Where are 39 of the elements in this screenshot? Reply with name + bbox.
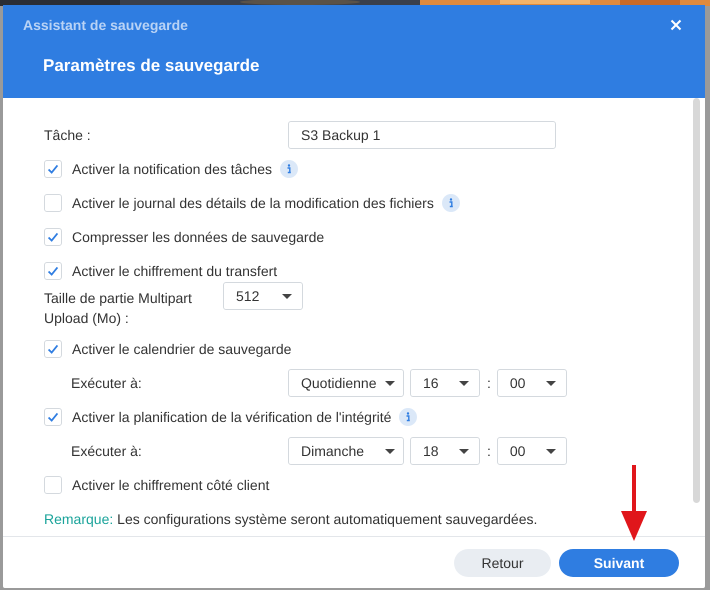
checkbox[interactable] <box>44 408 62 426</box>
scrollbar[interactable] <box>693 98 700 503</box>
arrow-icon <box>619 465 649 541</box>
dropdown[interactable]: Quotidienne <box>288 369 404 397</box>
info-icon[interactable] <box>280 160 298 178</box>
dropdown[interactable]: Dimanche <box>288 437 404 465</box>
time-separator: : <box>487 375 491 391</box>
checkbox[interactable] <box>44 160 62 178</box>
checkbox-label[interactable]: Activer la notification des tâches <box>72 161 272 177</box>
text-field[interactable]: S3 Backup 1 <box>288 121 556 149</box>
dropdown[interactable]: 00 <box>496 369 567 397</box>
checkbox[interactable] <box>44 262 62 280</box>
checkbox-label[interactable]: Compresser les données de sauvegarde <box>72 229 324 245</box>
field-label: Taille de partie Multipart Upload (Mo) : <box>44 289 193 328</box>
dropdown[interactable]: 18 <box>410 437 480 465</box>
back-button[interactable]: Retour <box>454 548 551 576</box>
checkbox-label[interactable]: Activer la planification de la vérification de l'intégrité <box>72 409 392 425</box>
field-label: Exécuter à: <box>70 443 143 459</box>
checkbox[interactable] <box>44 476 62 494</box>
note-text: Remarque: Les configurations système seront automatiquement sauvegardées. <box>44 511 538 527</box>
field-label: Exécuter à: <box>70 375 143 391</box>
checkbox-label[interactable]: Activer le calendrier de sauvegarde <box>72 341 292 357</box>
window-title: Assistant de sauvegarde <box>23 17 188 33</box>
checkbox[interactable] <box>44 194 62 212</box>
close-icon[interactable] <box>670 19 682 31</box>
checkbox-label[interactable]: Activer le chiffrement du transfert <box>72 263 278 279</box>
dropdown[interactable]: 00 <box>496 437 567 465</box>
checkbox[interactable] <box>44 228 62 246</box>
dropdown[interactable]: 512 <box>223 282 303 310</box>
dropdown[interactable]: 16 <box>410 369 480 397</box>
checkbox-label[interactable]: Activer le chiffrement côté client <box>72 477 270 493</box>
checkbox[interactable] <box>44 340 62 358</box>
next-button[interactable]: Suivant <box>559 548 679 576</box>
page-heading: Paramètres de sauvegarde <box>42 55 260 76</box>
field-label: Tâche : <box>44 127 92 143</box>
info-icon[interactable] <box>442 194 460 212</box>
time-separator: : <box>487 443 491 459</box>
checkbox-label[interactable]: Activer le journal des détails de la modification des fichiers <box>72 195 434 211</box>
info-icon[interactable] <box>399 408 418 426</box>
